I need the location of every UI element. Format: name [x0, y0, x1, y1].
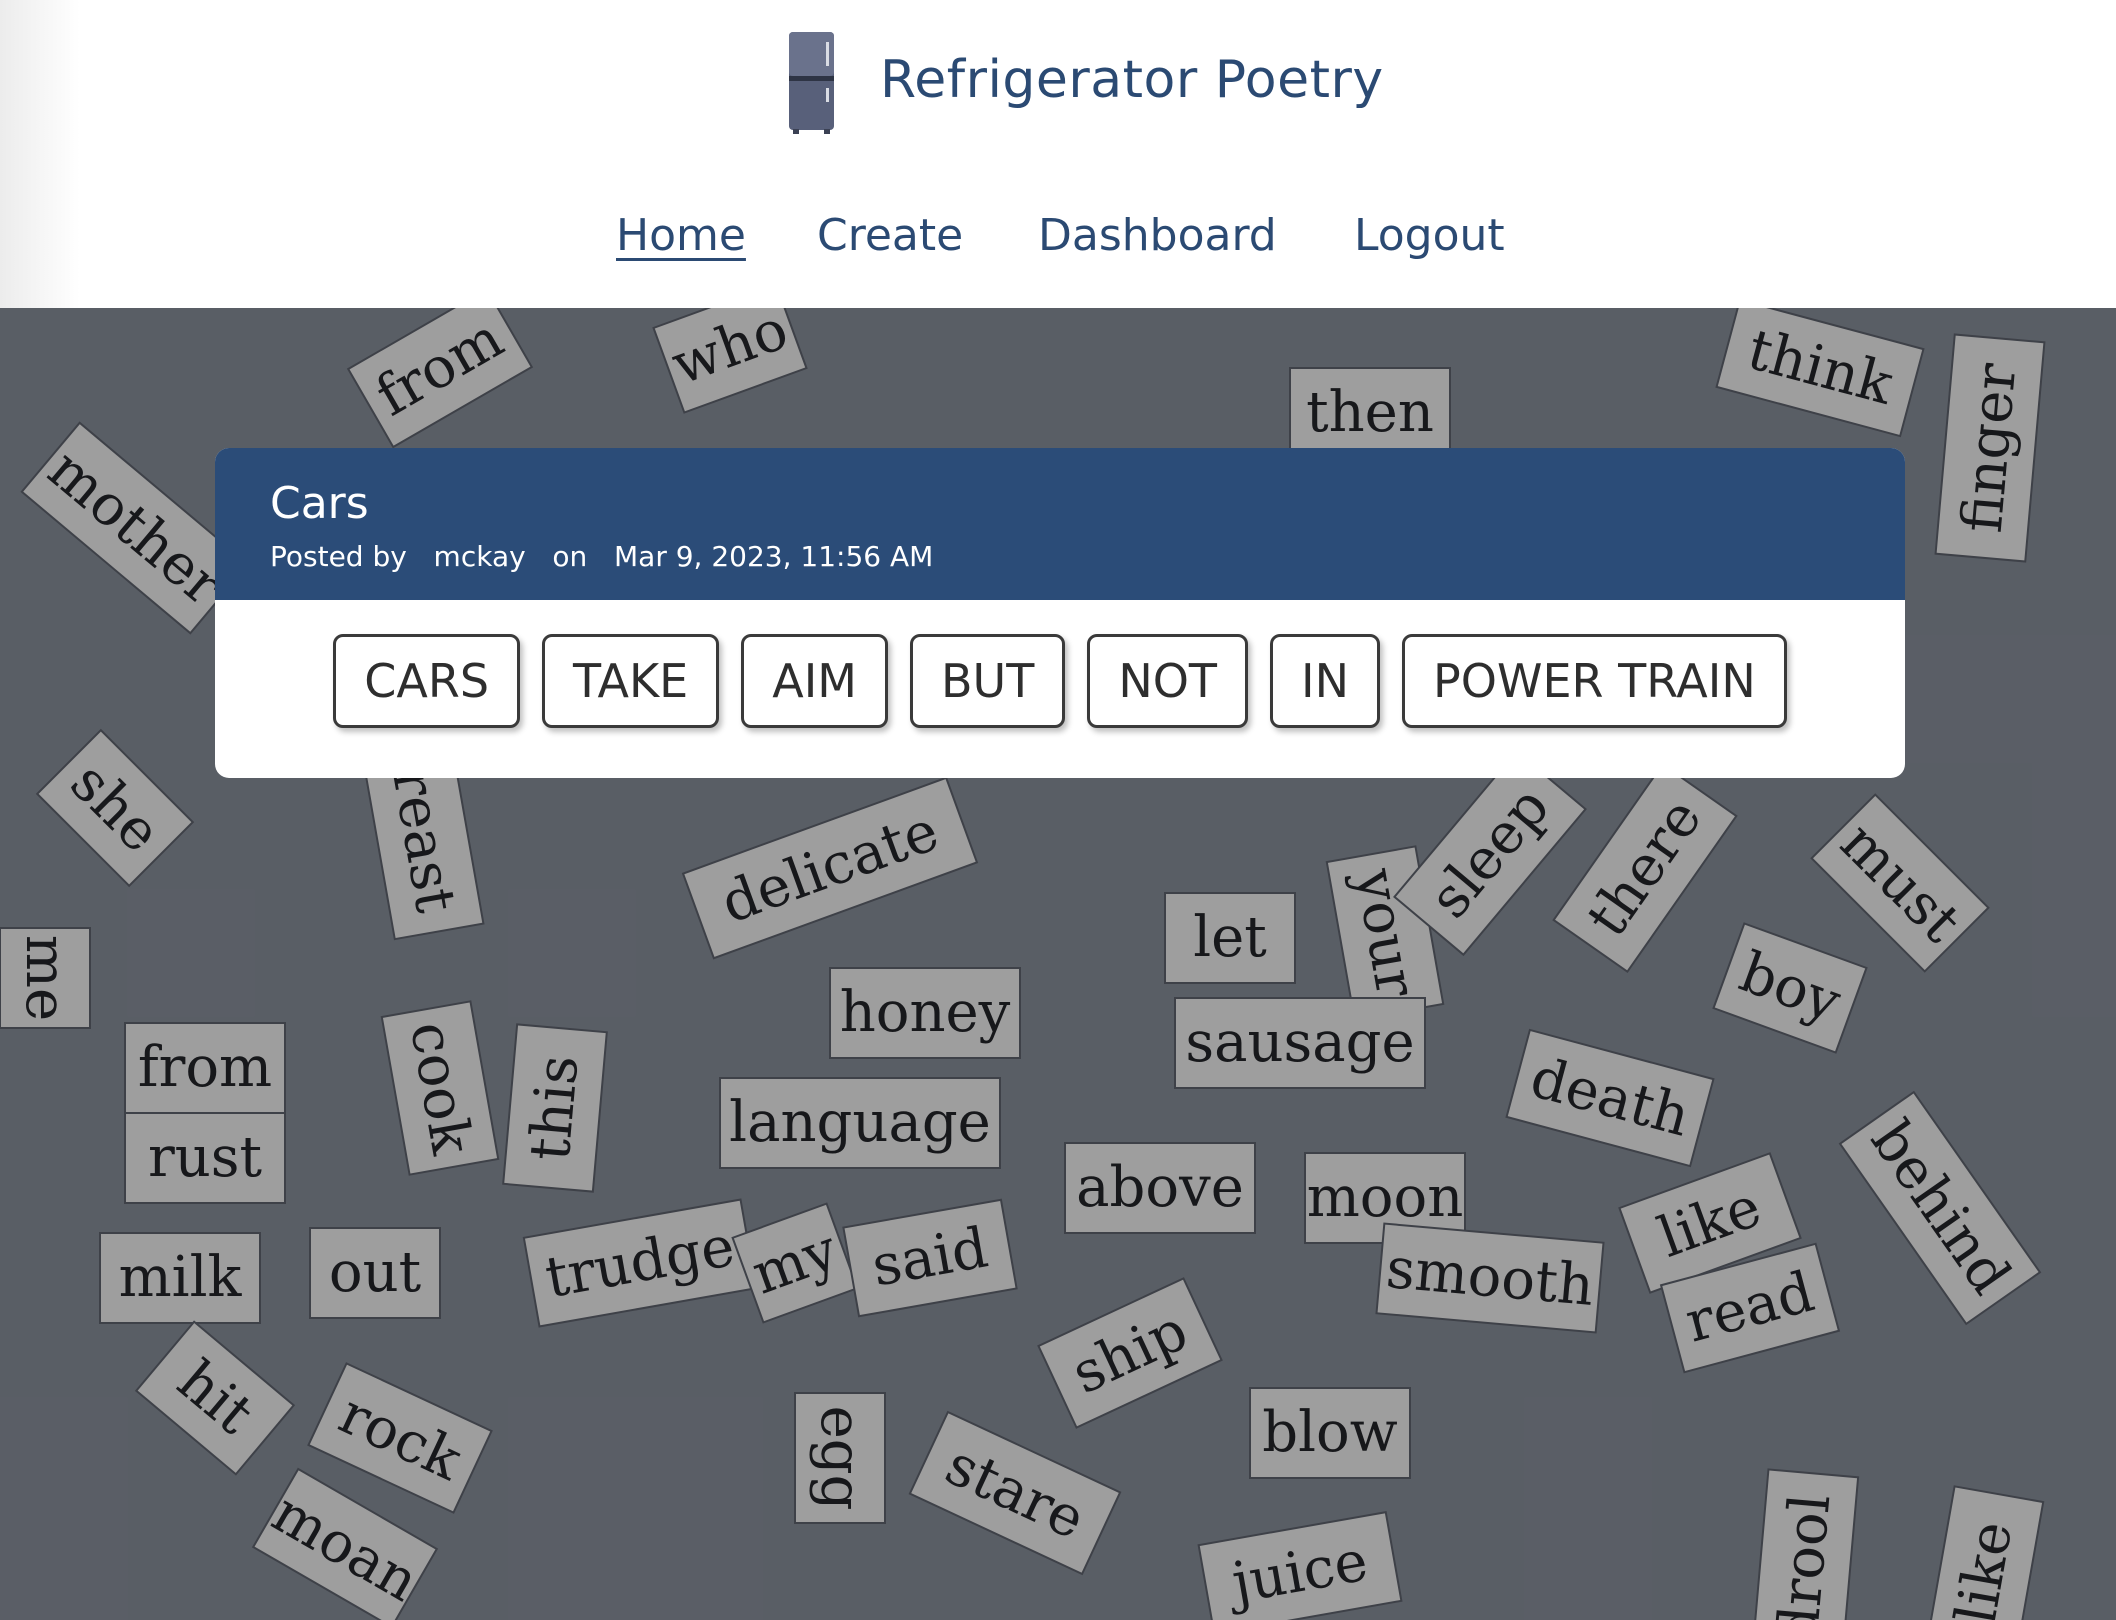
nav-create[interactable]: Create [817, 210, 963, 261]
word-magnet: AIM [741, 634, 888, 728]
word-magnet: IN [1270, 634, 1381, 728]
nav-dashboard[interactable]: Dashboard [1038, 210, 1277, 261]
refrigerator-icon [789, 32, 834, 134]
meta-date: Mar 9, 2023, 11:56 AM [614, 540, 934, 573]
poem-words: CARS TAKE AIM BUT NOT IN POWER TRAIN [215, 634, 1905, 734]
word-magnet: NOT [1087, 634, 1249, 728]
site-header: Refrigerator Poetry Home Create Dashboar… [0, 0, 2116, 308]
poem-title: Cars [270, 478, 369, 529]
meta-prefix: Posted by [270, 540, 407, 573]
meta-on: on [552, 540, 588, 573]
meta-author: mckay [433, 540, 526, 573]
word-magnet: BUT [909, 634, 1066, 728]
nav-home[interactable]: Home [616, 210, 746, 261]
brand[interactable]: Refrigerator Poetry [0, 0, 2116, 150]
word-magnet: POWER TRAIN [1402, 634, 1787, 728]
site-title: Refrigerator Poetry [880, 50, 1384, 110]
poem-meta: Posted by mckay on Mar 9, 2023, 11:56 AM [270, 540, 933, 573]
word-magnet: TAKE [542, 634, 720, 728]
main-nav: Home Create Dashboard Logout [0, 210, 2116, 270]
poem-card-header: Cars Posted by mckay on Mar 9, 2023, 11:… [215, 448, 1905, 600]
nav-logout[interactable]: Logout [1354, 210, 1505, 261]
word-magnet: CARS [333, 634, 521, 728]
poem-card: Cars Posted by mckay on Mar 9, 2023, 11:… [215, 448, 1905, 778]
